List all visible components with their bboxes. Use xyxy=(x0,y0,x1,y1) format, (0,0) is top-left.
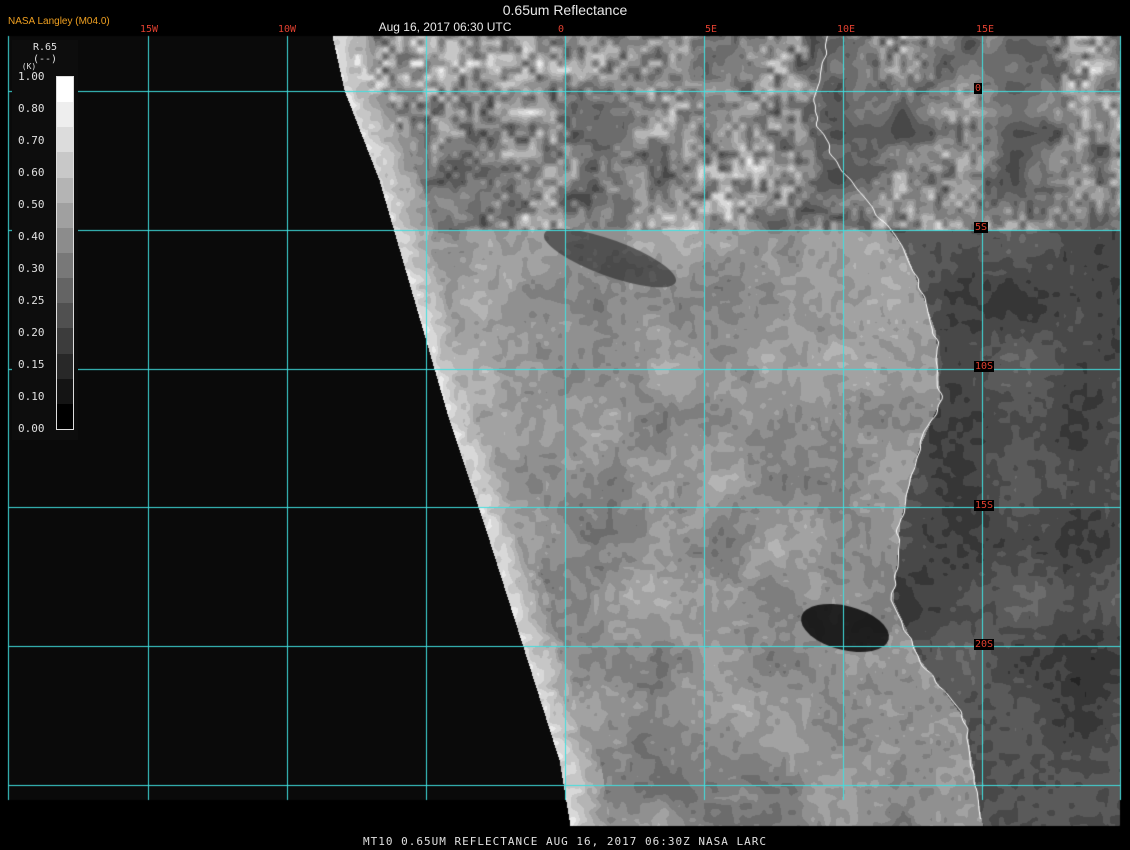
legend-swatch xyxy=(57,378,73,405)
legend-swatch xyxy=(57,403,73,430)
product-title: 0.65um Reflectance xyxy=(502,2,628,18)
legend-swatch xyxy=(57,152,73,179)
legend-tick-label: 0.15 xyxy=(18,358,45,371)
legend-swatch xyxy=(57,253,73,279)
lat-label-20s: 20S xyxy=(974,639,995,650)
lat-label-10s: 10S xyxy=(974,361,995,372)
lon-label-15w: 15W xyxy=(140,24,159,35)
legend-swatch xyxy=(57,102,73,128)
legend-tick-label: 0.40 xyxy=(18,230,45,243)
lon-label-10e: 10E xyxy=(837,24,856,35)
legend-swatch xyxy=(57,278,73,304)
color-legend: R.65 (--) (K) 1.00 0.80 0.70 0.60 0.50 0.40 0.… xyxy=(12,40,78,440)
legend-tick-label: 0.20 xyxy=(18,326,45,339)
legend-swatch xyxy=(57,127,73,153)
legend-swatch xyxy=(57,177,73,204)
legend-swatch xyxy=(57,77,73,103)
legend-swatch xyxy=(57,303,73,329)
lat-label-15s: 15S xyxy=(974,500,995,511)
legend-tick-label: 0.00 xyxy=(18,422,45,435)
legend-tick-label: 1.00 xyxy=(18,70,45,83)
satellite-image xyxy=(0,0,1130,850)
legend-tick-label: 0.10 xyxy=(18,390,45,403)
legend-swatch xyxy=(57,202,73,229)
lon-label-5e: 5E xyxy=(705,24,718,35)
lat-label-5s: 5S xyxy=(974,222,989,233)
legend-tick-label: 0.30 xyxy=(18,262,45,275)
lat-label-0: 0 xyxy=(974,83,983,94)
legend-swatch xyxy=(57,328,73,355)
legend-variable: R.65 xyxy=(32,42,58,53)
source-label: NASA Langley (M04.0) xyxy=(8,16,110,27)
legend-tick-label: 0.60 xyxy=(18,166,45,179)
legend-tick-label: 0.50 xyxy=(18,198,45,211)
legend-tick-label: 0.25 xyxy=(18,294,45,307)
footer-caption: MT10 0.65UM REFLECTANCE AUG 16, 2017 06:… xyxy=(363,835,767,848)
legend-tick-label: 0.70 xyxy=(18,134,45,147)
legend-colorbar xyxy=(56,76,74,430)
legend-swatch xyxy=(57,353,73,380)
lon-label-15e: 15E xyxy=(976,24,995,35)
legend-swatch xyxy=(57,227,73,254)
lon-label-0: 0 xyxy=(558,24,565,35)
lon-label-10w: 10W xyxy=(278,24,297,35)
legend-tick-label: 0.80 xyxy=(18,102,45,115)
